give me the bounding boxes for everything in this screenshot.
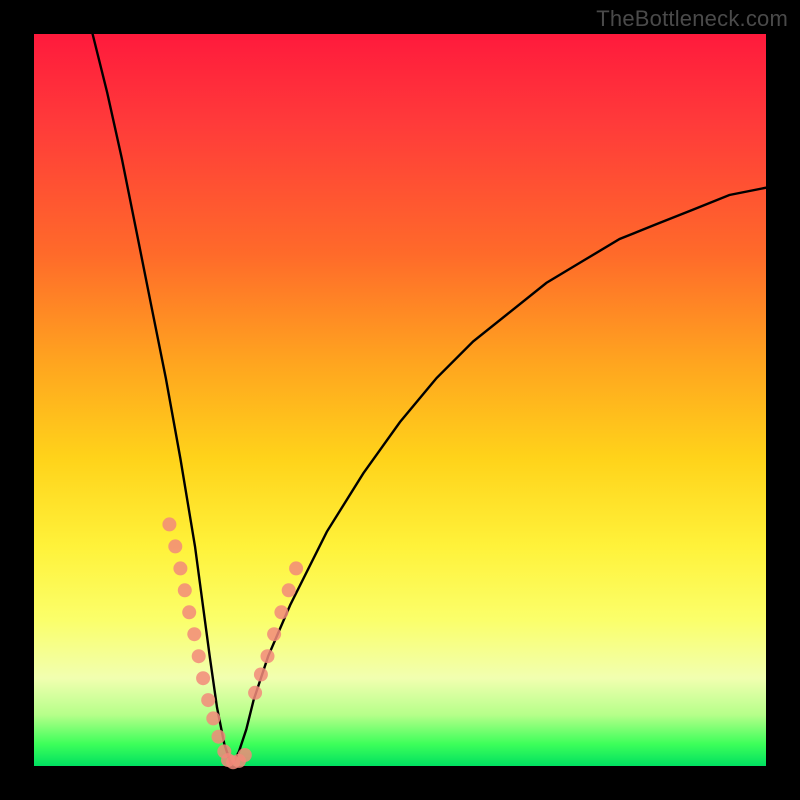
marker-dot [168,539,182,553]
plot-area [34,34,766,766]
marker-dot [178,583,192,597]
marker-dot [267,627,281,641]
marker-dot [282,583,296,597]
marker-dot [187,627,201,641]
marker-dot [261,649,275,663]
marker-dot [248,686,262,700]
chart-frame: TheBottleneck.com [0,0,800,800]
chart-svg [34,34,766,766]
marker-dot [192,649,206,663]
watermark-text: TheBottleneck.com [596,6,788,32]
marker-dot [289,561,303,575]
marker-dot [254,668,268,682]
marker-dot [182,605,196,619]
marker-dot [196,671,210,685]
right-branch-markers [248,561,303,699]
marker-dot [162,517,176,531]
marker-dot [238,748,252,762]
marker-dot [201,693,215,707]
marker-dot [212,730,226,744]
marker-dot [274,605,288,619]
marker-dot [206,711,220,725]
marker-dot [173,561,187,575]
